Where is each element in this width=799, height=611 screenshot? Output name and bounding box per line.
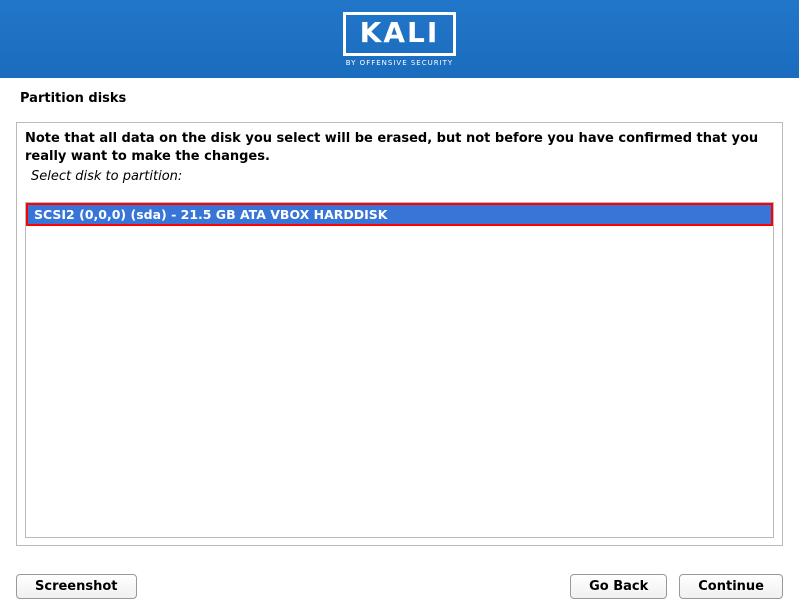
screenshot-button[interactable]: Screenshot	[16, 574, 137, 599]
disk-select-prompt: Select disk to partition:	[31, 169, 774, 184]
kali-logo: KALI BY OFFENSIVE SECURITY	[343, 12, 457, 67]
kali-brand-name: KALI	[360, 19, 440, 47]
go-back-button[interactable]: Go Back	[570, 574, 667, 599]
content-box: Note that all data on the disk you selec…	[16, 122, 783, 546]
button-bar: Screenshot Go Back Continue	[0, 574, 799, 599]
disk-item-selected[interactable]: SCSI2 (0,0,0) (sda) - 21.5 GB ATA VBOX H…	[26, 203, 773, 226]
header-banner: KALI BY OFFENSIVE SECURITY	[0, 0, 799, 78]
main-content: Partition disks Note that all data on th…	[0, 78, 799, 556]
continue-button[interactable]: Continue	[679, 574, 783, 599]
warning-text: Note that all data on the disk you selec…	[25, 130, 774, 165]
kali-logo-box: KALI	[343, 12, 457, 56]
disk-list: SCSI2 (0,0,0) (sda) - 21.5 GB ATA VBOX H…	[25, 202, 774, 538]
page-title: Partition disks	[20, 91, 783, 106]
kali-tagline: BY OFFENSIVE SECURITY	[346, 59, 453, 67]
